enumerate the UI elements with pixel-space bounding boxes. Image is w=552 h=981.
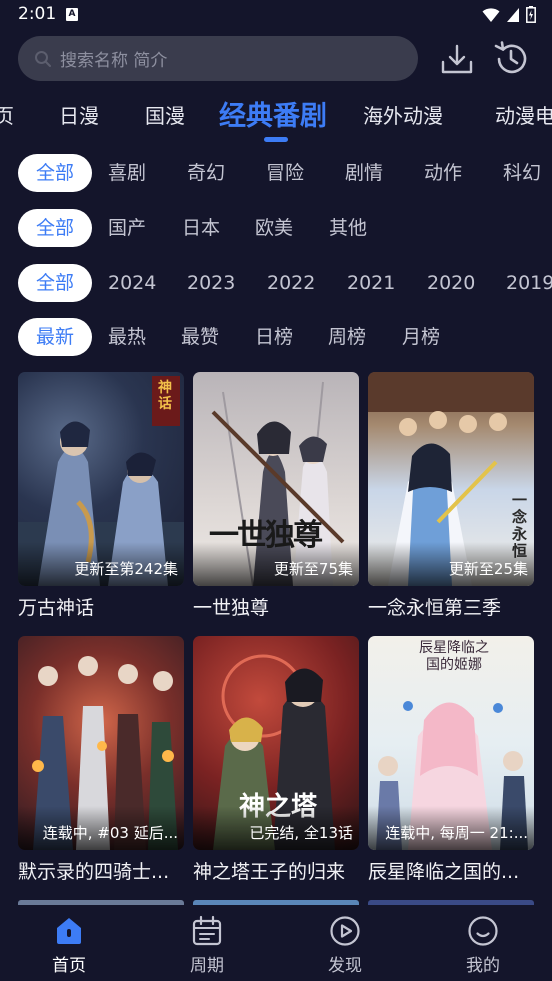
genre-chip-fantasy[interactable]: 奇幻 xyxy=(187,154,225,192)
card-title[interactable]: 一世独尊 xyxy=(193,593,359,620)
nav-schedule[interactable]: 周期 xyxy=(167,915,247,976)
battery-icon xyxy=(526,6,536,23)
nav-schedule-label: 周期 xyxy=(190,956,224,976)
sort-chip-monthly[interactable]: 月榜 xyxy=(402,318,440,356)
sort-chip-latest[interactable]: 最新 xyxy=(18,318,92,356)
year-chip-2019[interactable]: 2019 xyxy=(506,264,552,302)
year-chip-2024[interactable]: 2024 xyxy=(108,264,156,302)
tab-classic-series[interactable]: 经典番剧 xyxy=(219,94,327,133)
anime-card[interactable]: 神之塔 已完结, 全13话 神之塔王子的归来 xyxy=(193,636,359,884)
sort-filter-row: 最新 最热 最赞 日榜 周榜 月榜 xyxy=(0,318,552,358)
region-chip-domestic[interactable]: 国产 xyxy=(108,209,146,247)
nav-home-label: 首页 xyxy=(52,956,86,976)
tab-anime-movies[interactable]: 动漫电 xyxy=(495,100,552,129)
episode-caption: 连载中, 每周一 21:... xyxy=(385,824,528,842)
episode-caption: 已完结, 全13话 xyxy=(249,824,353,842)
genre-chip-comedy[interactable]: 喜剧 xyxy=(108,154,146,192)
episode-caption: 更新至第242集 xyxy=(74,560,178,578)
genre-chip-action[interactable]: 动作 xyxy=(424,154,462,192)
year-chip-2020[interactable]: 2020 xyxy=(427,264,475,302)
search-icon xyxy=(35,50,51,67)
nav-discover-label: 发现 xyxy=(328,956,362,976)
status-time: 2:01 xyxy=(18,4,57,24)
status-icons xyxy=(482,6,536,23)
category-tabs: 页 日漫 国漫 经典番剧 海外动漫 动漫电 xyxy=(0,92,552,142)
card-title[interactable]: 一念永恒第三季 xyxy=(368,593,534,620)
poster-text: 神话 xyxy=(158,380,172,412)
year-chip-2023[interactable]: 2023 xyxy=(187,264,235,302)
anime-card[interactable]: 连载中, #03 延后... 默示录的四骑士... xyxy=(18,636,184,884)
sort-chip-most-liked[interactable]: 最赞 xyxy=(181,318,219,356)
poster-image[interactable]: 连载中, #03 延后... xyxy=(18,636,184,850)
download-icon[interactable] xyxy=(440,42,474,76)
signal-icon xyxy=(507,7,519,22)
card-title[interactable]: 默示录的四骑士... xyxy=(18,857,184,884)
tab-overseas-anime[interactable]: 海外动漫 xyxy=(363,100,443,129)
status-bar: 2:01 A xyxy=(0,0,552,30)
year-chip-all[interactable]: 全部 xyxy=(18,264,92,302)
search-placeholder: 搜索名称 简介 xyxy=(60,51,168,71)
region-chip-western[interactable]: 欧美 xyxy=(255,209,293,247)
tab-japanese-anime[interactable]: 日漫 xyxy=(59,100,99,129)
play-circle-icon xyxy=(330,916,360,946)
tab-chinese-anime[interactable]: 国漫 xyxy=(145,100,185,129)
search-input[interactable]: 搜索名称 简介 xyxy=(18,36,418,81)
anime-card[interactable]: 一世独尊 更新至75集 一世独尊 xyxy=(193,372,359,620)
poster-image[interactable]: 辰星降临之国的姬娜 连载中, 每周一 21:... xyxy=(368,636,534,850)
sort-chip-weekly[interactable]: 周榜 xyxy=(328,318,366,356)
episode-caption: 连载中, #03 延后... xyxy=(42,824,178,842)
region-filter-row: 全部 国产 日本 欧美 其他 xyxy=(0,209,552,249)
active-tab-indicator xyxy=(264,137,288,142)
episode-caption: 更新至25集 xyxy=(448,560,528,578)
bottom-navigation: 首页 周期 发现 我的 xyxy=(0,905,552,981)
home-icon xyxy=(57,918,81,944)
year-chip-2021[interactable]: 2021 xyxy=(347,264,395,302)
poster-image[interactable]: 神之塔 已完结, 全13话 xyxy=(193,636,359,850)
poster-image[interactable]: 一世独尊 更新至75集 xyxy=(193,372,359,586)
tab-partial-left[interactable]: 页 xyxy=(0,100,14,129)
poster-text: 辰星降临之国的姬娜 xyxy=(419,640,489,673)
genre-chip-adventure[interactable]: 冒险 xyxy=(266,154,304,192)
calendar-icon xyxy=(192,915,222,946)
anime-card[interactable]: 一念永恒 更新至25集 一念永恒第三季 xyxy=(368,372,534,620)
wifi-icon xyxy=(482,7,500,22)
genre-filter-row: 全部 喜剧 奇幻 冒险 剧情 动作 科幻 xyxy=(0,154,552,194)
region-chip-japan[interactable]: 日本 xyxy=(182,209,220,247)
anime-card[interactable]: 辰星降临之国的姬娜 连载中, 每周一 21:... 辰星降临之国的... xyxy=(368,636,534,884)
year-chip-2022[interactable]: 2022 xyxy=(267,264,315,302)
anime-card[interactable]: 神话 更新至第242集 万古神话 xyxy=(18,372,184,620)
poster-image[interactable]: 一念永恒 更新至25集 xyxy=(368,372,534,586)
genre-chip-all[interactable]: 全部 xyxy=(18,154,92,192)
sort-chip-daily[interactable]: 日榜 xyxy=(255,318,293,356)
region-chip-all[interactable]: 全部 xyxy=(18,209,92,247)
card-title[interactable]: 辰星降临之国的... xyxy=(368,857,534,884)
nav-profile[interactable]: 我的 xyxy=(443,915,523,976)
region-chip-other[interactable]: 其他 xyxy=(329,209,367,247)
nav-home[interactable]: 首页 xyxy=(29,915,109,976)
nav-profile-label: 我的 xyxy=(466,956,500,976)
episode-caption: 更新至75集 xyxy=(273,560,353,578)
sort-chip-hottest[interactable]: 最热 xyxy=(108,318,146,356)
card-title[interactable]: 神之塔王子的归来 xyxy=(193,857,359,884)
poster-image[interactable]: 神话 更新至第242集 xyxy=(18,372,184,586)
genre-chip-scifi[interactable]: 科幻 xyxy=(503,154,541,192)
smile-face-icon xyxy=(468,916,498,946)
history-icon[interactable] xyxy=(492,40,530,78)
genre-chip-drama[interactable]: 剧情 xyxy=(345,154,383,192)
nav-discover[interactable]: 发现 xyxy=(305,915,385,976)
card-title[interactable]: 万古神话 xyxy=(18,593,184,620)
a-notification-icon: A xyxy=(66,8,78,21)
year-filter-row: 全部 2024 2023 2022 2021 2020 2019 xyxy=(0,264,552,304)
